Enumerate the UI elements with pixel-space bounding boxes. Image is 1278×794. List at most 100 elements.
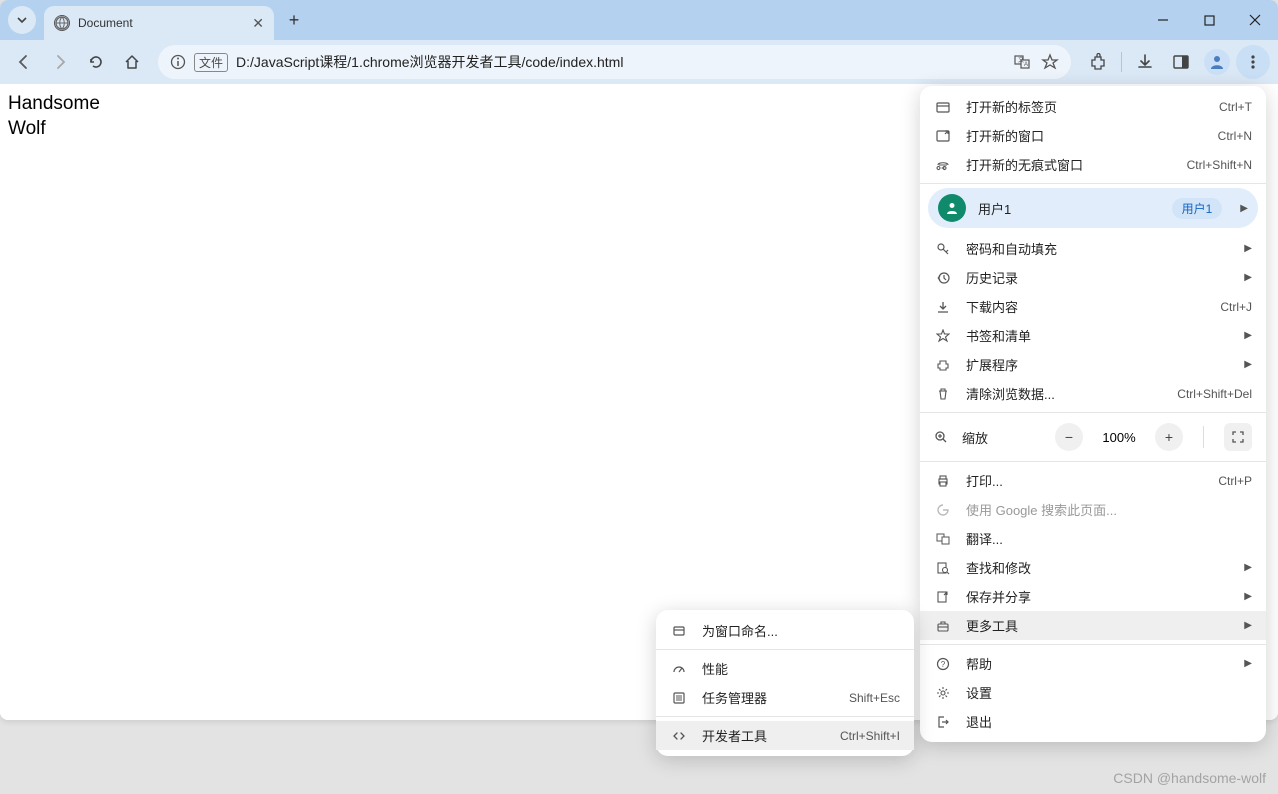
zoom-icon [934,430,948,444]
gear-icon [934,686,952,700]
submenu-name-window[interactable]: 为窗口命名... [656,616,914,645]
zoom-divider [1203,426,1204,448]
forward-button[interactable] [44,46,76,78]
bookmark-star-icon[interactable] [1041,53,1059,71]
download-icon [934,300,952,314]
exit-icon [934,715,952,729]
help-icon: ? [934,657,952,671]
toolbar-divider [1121,52,1122,72]
translate-icon [934,532,952,546]
chevron-right-icon: ▶ [1240,203,1248,214]
reload-button[interactable] [80,46,112,78]
menu-incognito[interactable]: 打开新的无痕式窗口 Ctrl+Shift+N [920,150,1266,179]
incognito-icon [934,158,952,172]
menu-settings[interactable]: 设置 [920,678,1266,707]
star-icon [934,329,952,343]
menu-user-row[interactable]: 用户1 用户1 ▶ [928,188,1258,228]
fullscreen-button[interactable] [1224,423,1252,451]
chevron-right-icon: ▶ [1244,591,1252,602]
maximize-button[interactable] [1186,0,1232,40]
main-menu: 打开新的标签页 Ctrl+T 打开新的窗口 Ctrl+N 打开新的无痕式窗口 C… [920,86,1266,742]
menu-separator [920,412,1266,413]
profile-button[interactable] [1200,45,1234,79]
chevron-right-icon: ▶ [1244,562,1252,573]
chevron-right-icon: ▶ [1244,243,1252,254]
translate-icon[interactable]: 文A [1013,53,1031,71]
menu-find-edit[interactable]: 查找和修改 ▶ [920,553,1266,582]
menu-new-tab[interactable]: 打开新的标签页 Ctrl+T [920,92,1266,121]
chevron-right-icon: ▶ [1244,359,1252,370]
submenu-dev-tools[interactable]: 开发者工具 Ctrl+Shift+I [656,721,914,750]
address-bar[interactable]: 文件 D:/JavaScript课程/1.chrome浏览器开发者工具/code… [158,45,1071,79]
menu-separator [920,461,1266,462]
addr-actions: 文A [1013,53,1059,71]
chevron-right-icon: ▶ [1244,620,1252,631]
menu-translate[interactable]: 翻译... [920,524,1266,553]
svg-text:?: ? [941,660,946,669]
menu-clear-data[interactable]: 清除浏览数据... Ctrl+Shift+Del [920,379,1266,408]
menu-help[interactable]: ? 帮助 ▶ [920,649,1266,678]
menu-exit[interactable]: 退出 [920,707,1266,736]
toolbar: 文件 D:/JavaScript课程/1.chrome浏览器开发者工具/code… [0,40,1278,84]
menu-bookmarks[interactable]: 书签和清单 ▶ [920,321,1266,350]
menu-print[interactable]: 打印... Ctrl+P [920,466,1266,495]
titlebar: Document ✕ + [0,0,1278,40]
menu-new-window[interactable]: 打开新的窗口 Ctrl+N [920,121,1266,150]
new-tab-button[interactable]: + [280,6,308,34]
home-button[interactable] [116,46,148,78]
submenu-performance[interactable]: 性能 [656,654,914,683]
svg-text:A: A [1024,62,1028,68]
window-controls [1140,0,1278,40]
info-icon[interactable] [170,54,186,70]
zoom-value: 100% [1097,430,1141,445]
back-button[interactable] [8,46,40,78]
menu-button[interactable] [1236,45,1270,79]
trash-icon [934,387,952,401]
watermark: CSDN @handsome-wolf [1113,770,1266,786]
find-icon [934,561,952,575]
share-icon [934,590,952,604]
menu-google-search[interactable]: 使用 Google 搜索此页面... [920,495,1266,524]
task-manager-icon [670,691,688,705]
more-tools-submenu: 为窗口命名... 性能 任务管理器 Shift+Esc 开发者工具 Ctrl+S… [656,610,914,756]
zoom-out-button[interactable]: − [1055,423,1083,451]
menu-passwords[interactable]: 密码和自动填充 ▶ [920,234,1266,263]
chevron-down-icon [16,14,28,26]
chevron-right-icon: ▶ [1244,330,1252,341]
print-icon [934,474,952,488]
puzzle-icon [934,358,952,372]
menu-downloads[interactable]: 下载内容 Ctrl+J [920,292,1266,321]
minimize-button[interactable] [1140,0,1186,40]
menu-extensions[interactable]: 扩展程序 ▶ [920,350,1266,379]
side-panel-icon[interactable] [1164,45,1198,79]
browser-tab[interactable]: Document ✕ [44,6,274,40]
google-icon [934,503,952,517]
globe-icon [54,15,70,31]
zoom-in-button[interactable]: + [1155,423,1183,451]
menu-separator [656,716,914,717]
menu-save-share[interactable]: 保存并分享 ▶ [920,582,1266,611]
history-icon [934,271,952,285]
tab-title: Document [78,16,244,30]
window-icon [670,624,688,638]
scheme-label: 文件 [194,53,228,72]
chevron-right-icon: ▶ [1244,658,1252,669]
user-avatar-icon [938,194,966,222]
close-icon[interactable]: ✕ [252,15,264,32]
menu-separator [920,644,1266,645]
close-window-button[interactable] [1232,0,1278,40]
code-icon [670,729,688,743]
extensions-icon[interactable] [1081,45,1115,79]
downloads-icon[interactable] [1128,45,1162,79]
menu-more-tools[interactable]: 更多工具 ▶ [920,611,1266,640]
toolbox-icon [934,619,952,633]
menu-separator [920,183,1266,184]
menu-history[interactable]: 历史记录 ▶ [920,263,1266,292]
url-text: D:/JavaScript课程/1.chrome浏览器开发者工具/code/in… [236,52,1005,72]
tab-search-button[interactable] [8,6,36,34]
performance-icon [670,662,688,676]
toolbar-actions [1081,45,1270,79]
chevron-right-icon: ▶ [1244,272,1252,283]
menu-zoom-row: 缩放 − 100% + [920,417,1266,457]
submenu-task-manager[interactable]: 任务管理器 Shift+Esc [656,683,914,712]
